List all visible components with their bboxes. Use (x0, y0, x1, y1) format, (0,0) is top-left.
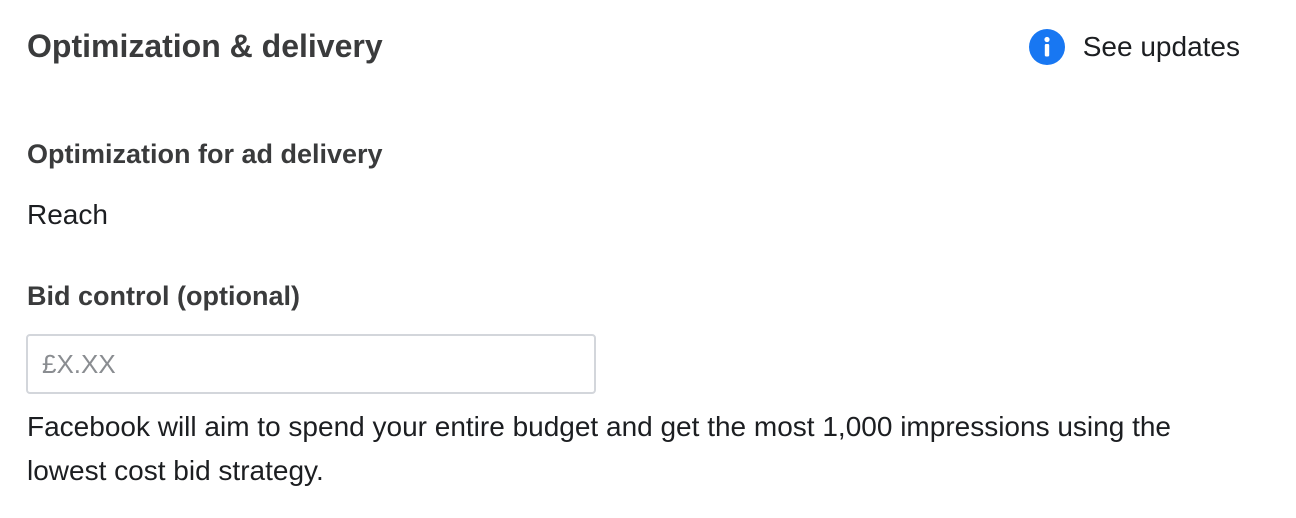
section-header: Optimization & delivery See updates (27, 26, 1257, 70)
info-icon (1028, 29, 1065, 65)
bid-help-text: Facebook will aim to spend your entire b… (27, 411, 1171, 486)
see-updates-link[interactable]: See updates (1028, 29, 1240, 65)
bid-control-input[interactable] (26, 334, 596, 394)
optimization-value: Reach (27, 199, 108, 230)
bid-control-label: Bid control (optional) (27, 281, 300, 311)
section-title: Optimization & delivery (27, 28, 383, 64)
see-updates-label: See updates (1082, 31, 1240, 62)
optimization-label: Optimization for ad delivery (27, 139, 383, 169)
